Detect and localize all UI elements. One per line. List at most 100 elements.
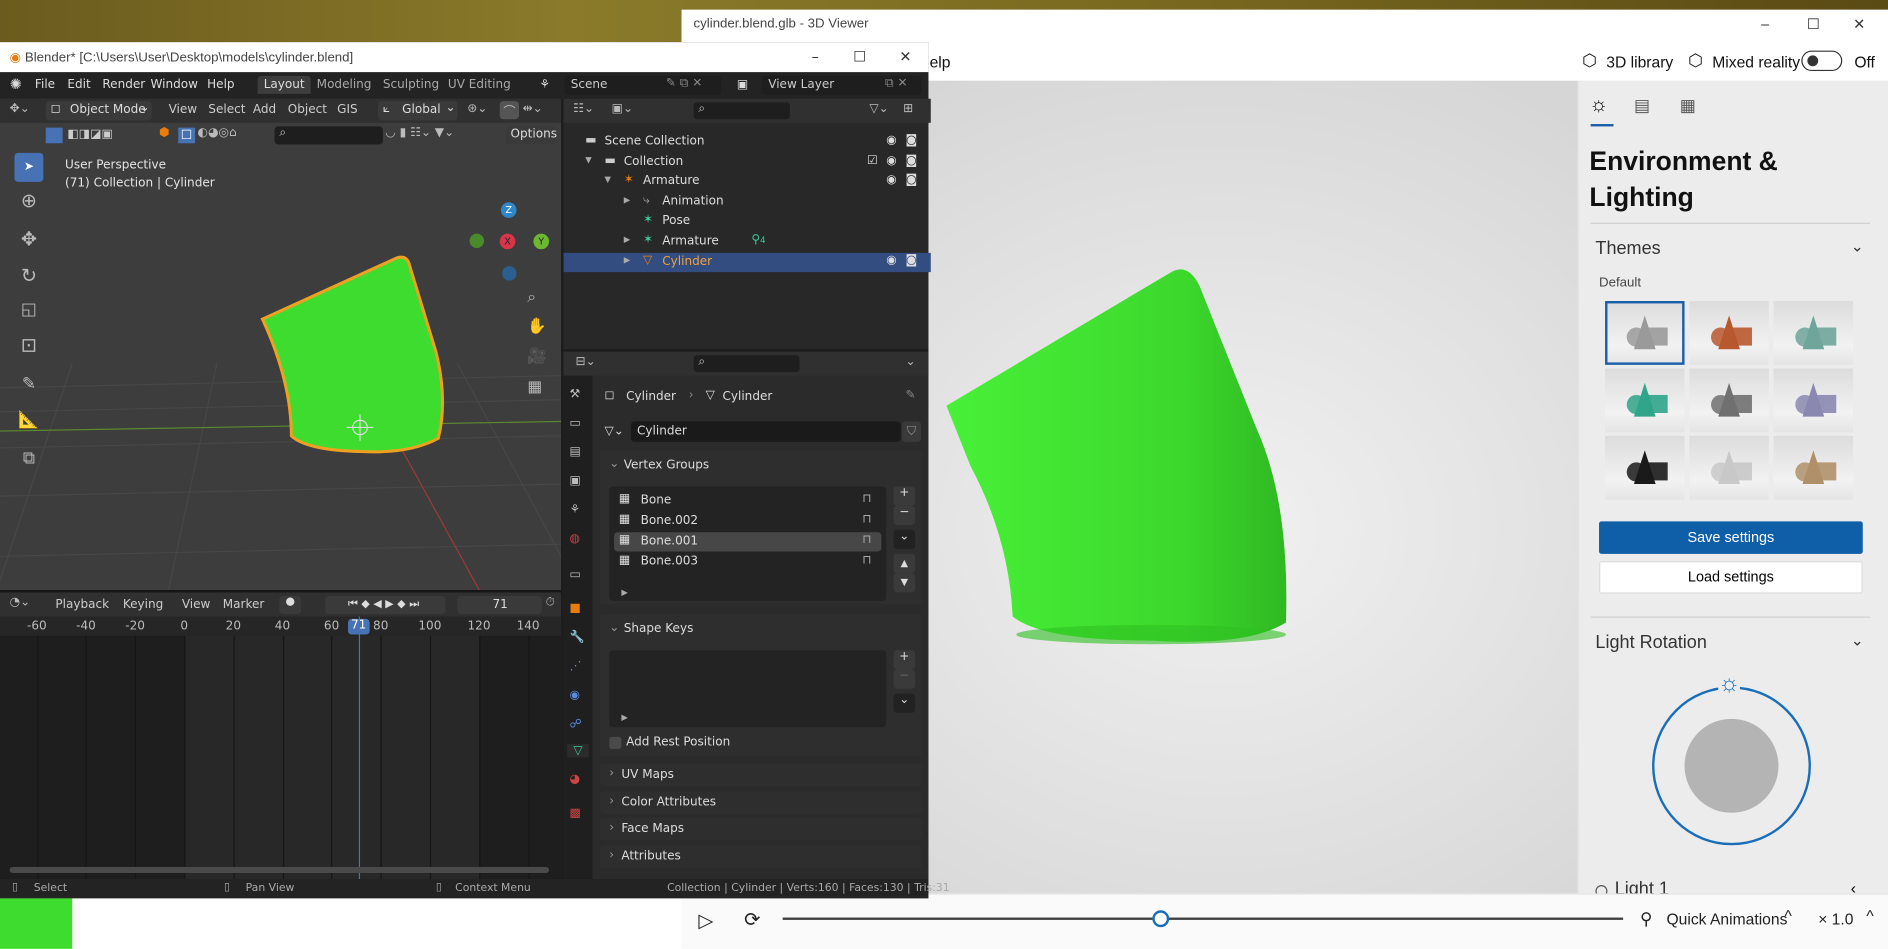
save-settings-button[interactable]: Save settings [1599,521,1863,554]
theme-thumbnail[interactable] [1773,301,1854,365]
outliner-row[interactable]: ▶ ✶ Armature ⚲4 [564,232,931,251]
theme-thumbnail[interactable] [1605,435,1685,500]
move-up-button[interactable]: ▲ [893,553,916,574]
menu-edit[interactable]: Edit [67,78,90,91]
outliner-row[interactable]: ▼ ✶ Armature ◉ ◙ [564,172,931,191]
light-rotation-header[interactable]: Light Rotation [1595,632,1706,652]
pivot-icon[interactable]: ⊛⌄ [467,102,487,115]
add-vertex-group-button[interactable]: + [893,486,916,506]
help-menu[interactable]: elp [930,53,951,71]
speed-button[interactable]: × 1.0 [1818,910,1853,928]
view-layer-selector[interactable]: View Layer ⧉ ✕ [762,75,922,96]
theme-thumbnail[interactable] [1773,368,1854,433]
shape-key-menu-button[interactable]: ⌄ [893,693,916,713]
shading-icons[interactable]: ◐◕◎⌂ [197,126,236,139]
expand-arrow-icon[interactable]: ▼ [604,175,610,185]
camera-icon[interactable]: ◙ [905,174,917,187]
chevron-up-icon[interactable]: ^ [1866,907,1873,925]
view-layer-tab-icon[interactable]: ▣ [570,474,581,487]
editor-type-icon[interactable]: ✥⌄ [10,102,30,115]
remove-vertex-group-button[interactable]: − [893,505,916,525]
shape-keys-header[interactable]: Shape Keys [624,623,694,636]
playhead-frame-label[interactable]: 71 [347,618,370,635]
mesh-browse-icon[interactable]: ▽⌄ [604,425,623,438]
constraints-tab-icon[interactable]: ☍ [570,718,582,731]
quick-animations-button[interactable]: Quick Animations [1666,910,1787,928]
stats-icon[interactable]: ▤ [1634,95,1650,115]
pan-hand-icon[interactable]: ✋ [527,318,546,336]
gizmo-neg-z[interactable] [502,266,517,281]
scene-icon[interactable]: ⚘ [539,78,550,91]
select-tool-icon[interactable]: ➤ [14,152,44,182]
gizmo-z[interactable]: Z [500,202,517,218]
select-mode-icons[interactable]: ◧◨◪▣ [67,128,113,141]
current-frame-field[interactable]: 71 [457,596,542,615]
annotate-tool-icon[interactable]: ✎ [14,374,43,393]
menu-select[interactable]: Select [208,104,245,117]
tab-uv-editing[interactable]: UV Editing [448,78,511,91]
grid-icon[interactable]: ▦ [1680,95,1696,115]
chevron-down-icon[interactable]: ⌄ [905,355,915,368]
add-rest-position-checkbox[interactable] [609,736,622,749]
particles-tab-icon[interactable]: ⋰ [570,660,582,673]
lock-icon[interactable]: ⊓ [862,513,871,526]
view-layer-icon[interactable]: ▣⌄ [612,102,633,115]
menu-view[interactable]: View [182,598,211,611]
vertex-group-item[interactable]: ▦ Bone.002 ⊓ [614,512,881,531]
fake-user-icon[interactable]: ⛉ [901,421,922,442]
add-cube-tool-icon[interactable]: ⧉ [14,449,43,468]
options-button[interactable]: Options [505,126,557,145]
mode-selector[interactable]: ◻ Object Mode ⌄ [45,101,152,121]
rotate-tool-icon[interactable]: ↻ [14,264,43,287]
3d-viewport[interactable]: ✥⌄ ◻ Object Mode ⌄ View Select Add Object … [0,98,562,591]
theme-thumbnail[interactable] [1605,368,1685,433]
physics-tab-icon[interactable]: ◉ [570,689,581,702]
outliner-row[interactable]: ▶ ⤷ Animation [564,192,931,211]
collection-tab-icon[interactable]: ▭ [570,568,581,581]
gizmo-neg-y[interactable] [469,233,485,249]
chevron-left-icon[interactable]: ‹ [1851,879,1856,893]
cursor-tool-icon[interactable]: ⊕ [14,189,43,212]
chevron-down-icon[interactable]: ⌄ [609,621,619,634]
minimize-button[interactable]: – [1744,10,1787,40]
expand-arrow-icon[interactable]: ▼ [585,155,591,165]
measure-tool-icon[interactable]: 📐 [14,411,43,430]
theme-thumbnail[interactable] [1689,435,1769,500]
perspective-grid-icon[interactable]: ▦ [527,378,542,396]
maximize-button[interactable]: ☐ [838,42,881,72]
panel-uv-maps[interactable]: › UV Maps [599,763,923,787]
themes-header[interactable]: Themes [1595,238,1660,258]
menu-file[interactable]: File [35,78,55,91]
remove-shape-key-button[interactable]: − [893,669,916,689]
mixed-reality-toggle[interactable] [1801,50,1843,72]
world-tab-icon[interactable]: ◍ [570,532,581,545]
render-tab-icon[interactable]: ▭ [570,417,581,430]
vertex-groups-header[interactable]: Vertex Groups [624,459,709,472]
outliner-row[interactable]: ▶ ▽ Cylinder ◉ ◙ [563,252,931,272]
theme-thumbnail[interactable] [1689,301,1769,365]
eye-icon[interactable]: ◉ [886,254,897,267]
theme-thumbnail[interactable] [1773,435,1854,500]
vertex-group-item[interactable]: ▦ Bone.003 ⊓ [614,553,881,572]
filter-icons[interactable]: ◡ ▮ ☷⌄ ▼⌄ [385,126,454,139]
eye-icon[interactable]: ◉ [886,134,897,147]
lock-icon[interactable]: ⊓ [862,554,871,567]
menu-view[interactable]: View [169,104,198,117]
outliner-row[interactable]: ▬ Scene Collection ◉ ◙ [564,132,931,151]
timeline-slider[interactable] [782,917,1624,920]
load-settings-button[interactable]: Load settings [1599,561,1863,594]
output-tab-icon[interactable]: ▤ [570,446,581,459]
menu-playback[interactable]: Playback [55,598,109,611]
zoom-icon[interactable]: ⌕ [527,289,536,307]
close-button[interactable]: ✕ [1837,10,1880,40]
texture-tab-icon[interactable]: ▩ [570,807,581,820]
menu-keying[interactable]: Keying [123,598,163,611]
pin-icon[interactable]: ✎ [905,389,915,402]
panel-face-maps[interactable]: › Face Maps [599,817,923,841]
sun-icon[interactable]: ☼ [1589,93,1608,117]
menu-add[interactable]: Add [253,104,276,117]
3d-library-button[interactable]: 3D library [1606,53,1673,71]
chevron-down-icon[interactable]: ⌄ [609,458,619,471]
chevron-up-icon[interactable]: ^ [1784,907,1791,925]
light1-header[interactable]: Light 1 [1615,879,1669,893]
